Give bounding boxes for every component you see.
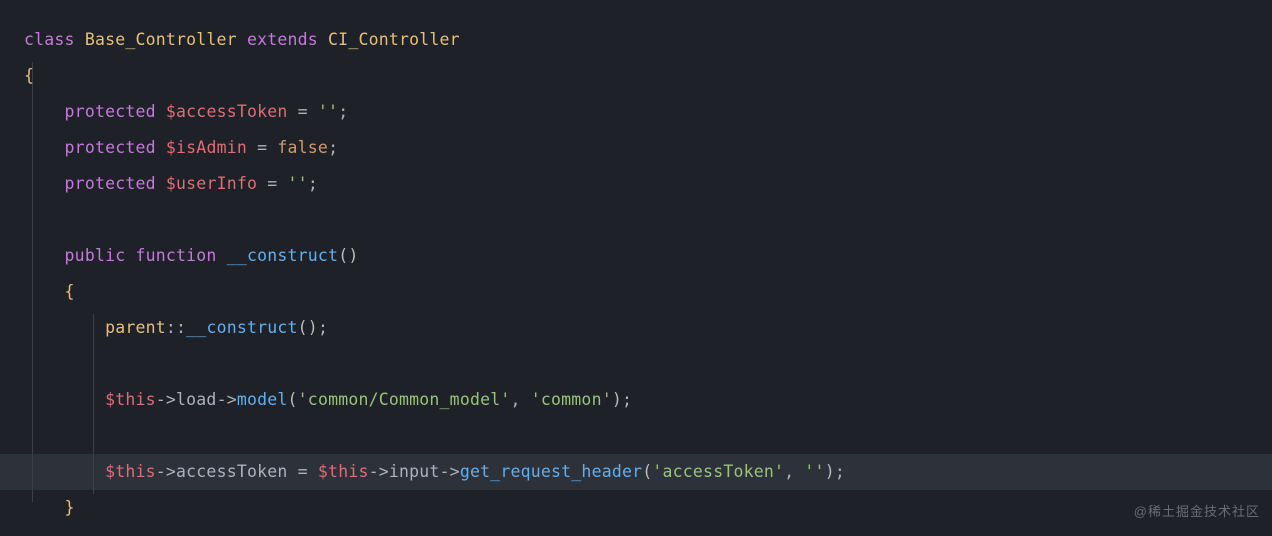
op-dcolon: :: [166, 318, 186, 337]
var-isadmin: $isAdmin [166, 138, 247, 157]
comma-1: , [510, 390, 530, 409]
str-header-key: 'accessToken' [652, 462, 784, 481]
fn-parent-construct: __construct [186, 318, 297, 337]
paren-close-2: ) [825, 462, 835, 481]
semi-2: ; [328, 138, 338, 157]
fn-construct: __construct [227, 246, 338, 265]
kw-public: public [65, 246, 126, 265]
arrow-2: -> [217, 390, 237, 409]
prop-accesstoken: accessToken [176, 462, 287, 481]
watermark: @稀土掘金技术社区 [1134, 494, 1260, 530]
arrow-5: -> [440, 462, 460, 481]
ctor-parens: () [338, 246, 358, 265]
semi-1: ; [338, 102, 348, 121]
fn-get-request-header: get_request_header [460, 462, 642, 481]
comma-2: , [784, 462, 804, 481]
op-eq-2: = [247, 138, 277, 157]
paren-open-1: ( [288, 390, 298, 409]
prop-input: input [389, 462, 440, 481]
paren-open-2: ( [642, 462, 652, 481]
arrow-4: -> [369, 462, 389, 481]
op-eq-1: = [288, 102, 318, 121]
str-model-alias: 'common' [531, 390, 612, 409]
kw-extends: extends [247, 30, 318, 49]
semi-5: ; [622, 390, 632, 409]
semi-3: ; [308, 174, 318, 193]
arrow-3: -> [156, 462, 176, 481]
str-model-path: 'common/Common_model' [298, 390, 511, 409]
kw-class: class [24, 30, 75, 49]
kw-parent: parent [105, 318, 166, 337]
bool-false: false [277, 138, 328, 157]
semi-6: ; [835, 462, 845, 481]
fn-model: model [237, 390, 288, 409]
prop-load: load [176, 390, 217, 409]
kw-protected-1: protected [65, 102, 156, 121]
var-this-3: $this [318, 462, 369, 481]
arrow-1: -> [156, 390, 176, 409]
parent-class: CI_Controller [328, 30, 460, 49]
str-empty-1: '' [318, 102, 338, 121]
var-accesstoken: $accessToken [166, 102, 288, 121]
code-editor[interactable]: class Base_Controller extends CI_Control… [0, 0, 1272, 526]
str-header-default: '' [804, 462, 824, 481]
op-eq-3: = [257, 174, 287, 193]
ctor-brace-open: { [65, 282, 75, 301]
var-this-1: $this [105, 390, 156, 409]
var-this-2: $this [105, 462, 156, 481]
parent-parens: () [298, 318, 318, 337]
ctor-brace-close: } [65, 498, 75, 517]
paren-close-1: ) [612, 390, 622, 409]
kw-protected-2: protected [65, 138, 156, 157]
str-empty-2: '' [288, 174, 308, 193]
kw-protected-3: protected [65, 174, 156, 193]
semi-4: ; [318, 318, 328, 337]
brace-open: { [24, 66, 34, 85]
class-name: Base_Controller [85, 30, 237, 49]
var-userinfo: $userInfo [166, 174, 257, 193]
op-eq-4: = [288, 462, 318, 481]
kw-function: function [136, 246, 217, 265]
